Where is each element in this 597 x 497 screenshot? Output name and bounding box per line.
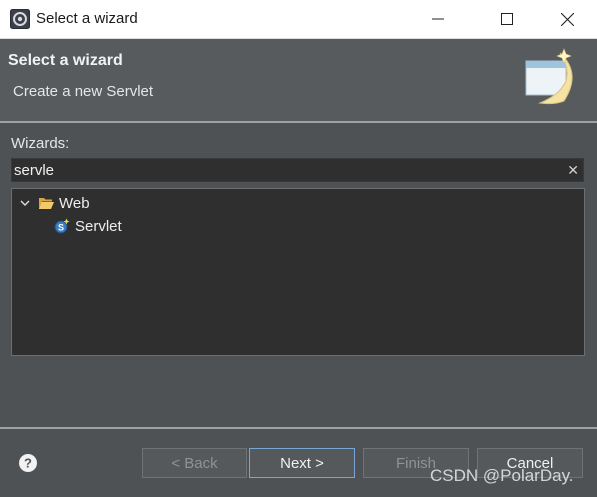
chevron-down-icon[interactable]: [18, 197, 32, 209]
maximize-button[interactable]: [484, 0, 530, 38]
next-button-label: Next >: [280, 454, 324, 472]
page-description: Create a new Servlet: [13, 83, 154, 100]
wizard-tree[interactable]: Web S Servlet: [11, 188, 585, 356]
tree-item-web-label: Web: [59, 194, 90, 212]
title-bar: Select a wizard: [0, 0, 597, 39]
footer-separator: [0, 427, 597, 429]
maximize-icon: [501, 13, 513, 25]
minimize-icon: [432, 18, 444, 20]
close-button[interactable]: [544, 0, 590, 38]
svg-text:S: S: [58, 223, 64, 233]
tree-item-web[interactable]: Web: [18, 192, 90, 214]
clear-filter-icon[interactable]: ✕: [567, 162, 579, 178]
servlet-icon: S: [54, 218, 70, 234]
wizard-header: Select a wizard Create a new Servlet: [0, 39, 597, 121]
eclipse-app-icon: [10, 9, 30, 29]
minimize-button[interactable]: [415, 0, 461, 38]
wizards-label: Wizards:: [11, 135, 70, 152]
back-button[interactable]: < Back: [142, 448, 247, 478]
tree-item-servlet[interactable]: S Servlet: [54, 215, 122, 237]
help-icon[interactable]: ?: [17, 452, 39, 474]
watermark: CSDN @PolarDay.: [430, 466, 574, 485]
window-title: Select a wizard: [36, 10, 138, 27]
folder-open-icon: [38, 198, 54, 209]
filter-text[interactable]: servle: [14, 162, 54, 179]
tree-item-servlet-label: Servlet: [75, 217, 122, 235]
wizard-banner-icon: [525, 48, 573, 105]
close-icon: [560, 12, 574, 26]
header-separator: [0, 121, 597, 123]
page-title: Select a wizard: [8, 52, 123, 69]
svg-text:?: ?: [24, 456, 32, 471]
next-button[interactable]: Next >: [249, 448, 355, 478]
wizard-filter-input[interactable]: servle ✕: [11, 158, 584, 182]
